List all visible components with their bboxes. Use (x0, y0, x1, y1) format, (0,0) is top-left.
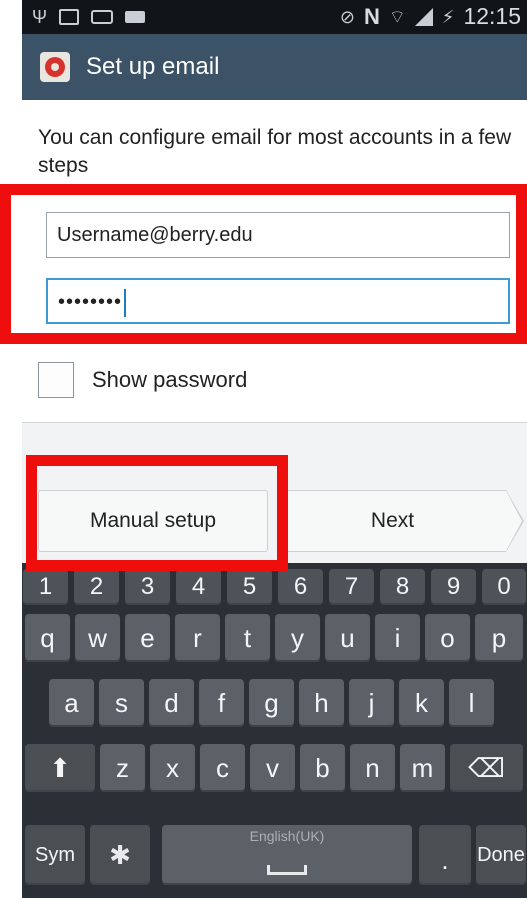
highlight-box-credentials (0, 184, 527, 344)
sym-key[interactable]: Sym (25, 825, 85, 885)
wifi-icon: ⌔ (388, 6, 406, 27)
signal-icon (414, 7, 433, 26)
space-icon (267, 865, 307, 875)
key-4[interactable]: 4 (176, 569, 221, 605)
key-v[interactable]: v (250, 744, 295, 792)
page-title: Set up email (86, 53, 220, 80)
backspace-key[interactable]: ⌫ (450, 744, 523, 792)
key-m[interactable]: m (400, 744, 445, 792)
backspace-icon: ⌫ (468, 753, 505, 783)
key-s[interactable]: s (99, 679, 144, 727)
key-3[interactable]: 3 (125, 569, 170, 605)
key-0[interactable]: 0 (482, 569, 526, 605)
space-language-label: English(UK) (249, 828, 325, 844)
key-c[interactable]: c (200, 744, 245, 792)
key-9[interactable]: 9 (431, 569, 476, 605)
key-p[interactable]: p (475, 614, 523, 662)
nfc-icon: ⊘ (339, 6, 355, 27)
key-e[interactable]: e (125, 614, 170, 662)
on-screen-keyboard: 1 2 3 4 5 6 7 8 9 0 q w e r t y u i o p … (22, 563, 527, 898)
key-r[interactable]: r (175, 614, 220, 662)
key-6[interactable]: 6 (278, 569, 323, 605)
key-g[interactable]: g (249, 679, 294, 727)
key-l[interactable]: l (449, 679, 494, 727)
key-y[interactable]: y (275, 614, 320, 662)
next-button[interactable]: Next (278, 490, 524, 552)
phone-screen: Ψ ⊘ N ⌔ ⚡ 12:15 Set up email You can con… (22, 0, 527, 898)
space-key[interactable]: English(UK) (162, 825, 412, 885)
key-1[interactable]: 1 (23, 569, 68, 605)
key-7[interactable]: 7 (329, 569, 374, 605)
key-w[interactable]: w (75, 614, 120, 662)
key-i[interactable]: i (375, 614, 420, 662)
show-password-label[interactable]: Show password (92, 367, 247, 393)
shift-key[interactable]: ⬆ (25, 744, 95, 792)
image-icon (59, 9, 80, 25)
keyboard-icon (125, 11, 146, 23)
shift-icon: ⬆ (49, 753, 71, 783)
status-time: 12:15 (463, 3, 521, 29)
key-2[interactable]: 2 (74, 569, 119, 605)
key-d[interactable]: d (149, 679, 194, 727)
key-f[interactable]: f (199, 679, 244, 727)
key-z[interactable]: z (100, 744, 145, 792)
key-x[interactable]: x (150, 744, 195, 792)
key-j[interactable]: j (349, 679, 394, 727)
highlight-box-manual-setup (26, 455, 288, 571)
gear-icon: ✱ (109, 840, 131, 870)
done-key[interactable]: Done (476, 825, 526, 885)
next-label: Next (370, 509, 415, 532)
charging-icon: ⚡ (441, 6, 455, 27)
key-o[interactable]: o (425, 614, 470, 662)
title-bar: Set up email (22, 34, 527, 100)
key-5[interactable]: 5 (227, 569, 272, 605)
intro-text: You can configure email for most account… (38, 126, 512, 177)
key-a[interactable]: a (49, 679, 94, 727)
key-b[interactable]: b (300, 744, 345, 792)
key-q[interactable]: q (25, 614, 70, 662)
key-u[interactable]: u (325, 614, 370, 662)
show-password-checkbox[interactable] (38, 362, 74, 398)
usb-icon: Ψ (32, 7, 48, 27)
voicemail-icon (91, 10, 114, 24)
settings-key[interactable]: ✱ (90, 825, 150, 885)
period-key[interactable]: . (419, 825, 471, 885)
key-t[interactable]: t (225, 614, 270, 662)
key-n[interactable]: n (350, 744, 395, 792)
key-h[interactable]: h (299, 679, 344, 727)
key-8[interactable]: 8 (380, 569, 425, 605)
email-app-icon (40, 52, 70, 82)
n-badge: N (363, 3, 380, 29)
status-bar: Ψ ⊘ N ⌔ ⚡ 12:15 (22, 0, 527, 34)
key-k[interactable]: k (399, 679, 444, 727)
